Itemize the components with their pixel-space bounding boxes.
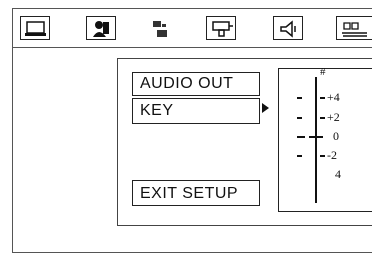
key-level-label: 0 bbox=[333, 129, 339, 143]
tick-mark bbox=[297, 136, 305, 138]
small-dolby-icon[interactable] bbox=[150, 17, 174, 46]
tick-mark bbox=[297, 155, 302, 157]
selected-arrow-icon bbox=[262, 103, 269, 113]
tick-mark bbox=[320, 117, 325, 119]
key-level-label: 4 bbox=[335, 167, 341, 181]
tick-mark bbox=[320, 97, 325, 99]
key-level-label: +4 bbox=[327, 90, 340, 104]
key-level-label: -2 bbox=[327, 148, 337, 162]
tick-mark bbox=[297, 97, 302, 99]
key-button[interactable]: KEY bbox=[132, 98, 260, 124]
key-scale-top-mark: # bbox=[320, 66, 326, 78]
speaker-icon[interactable] bbox=[273, 16, 303, 40]
key-current-marker bbox=[309, 136, 323, 138]
key-scale-panel bbox=[278, 68, 372, 212]
projector-icon[interactable] bbox=[206, 16, 236, 40]
tick-mark bbox=[297, 117, 302, 119]
toolbar-divider bbox=[12, 47, 372, 48]
tick-mark bbox=[320, 155, 325, 157]
exit-setup-button[interactable]: EXIT SETUP bbox=[132, 180, 260, 206]
key-level-label: +2 bbox=[327, 110, 340, 124]
audio-out-button[interactable]: AUDIO OUT bbox=[132, 72, 260, 96]
preference-icon[interactable] bbox=[336, 16, 372, 40]
speaker-person-icon[interactable] bbox=[86, 16, 116, 40]
key-scale-bar[interactable] bbox=[315, 77, 317, 203]
monitor-icon[interactable] bbox=[20, 16, 50, 40]
